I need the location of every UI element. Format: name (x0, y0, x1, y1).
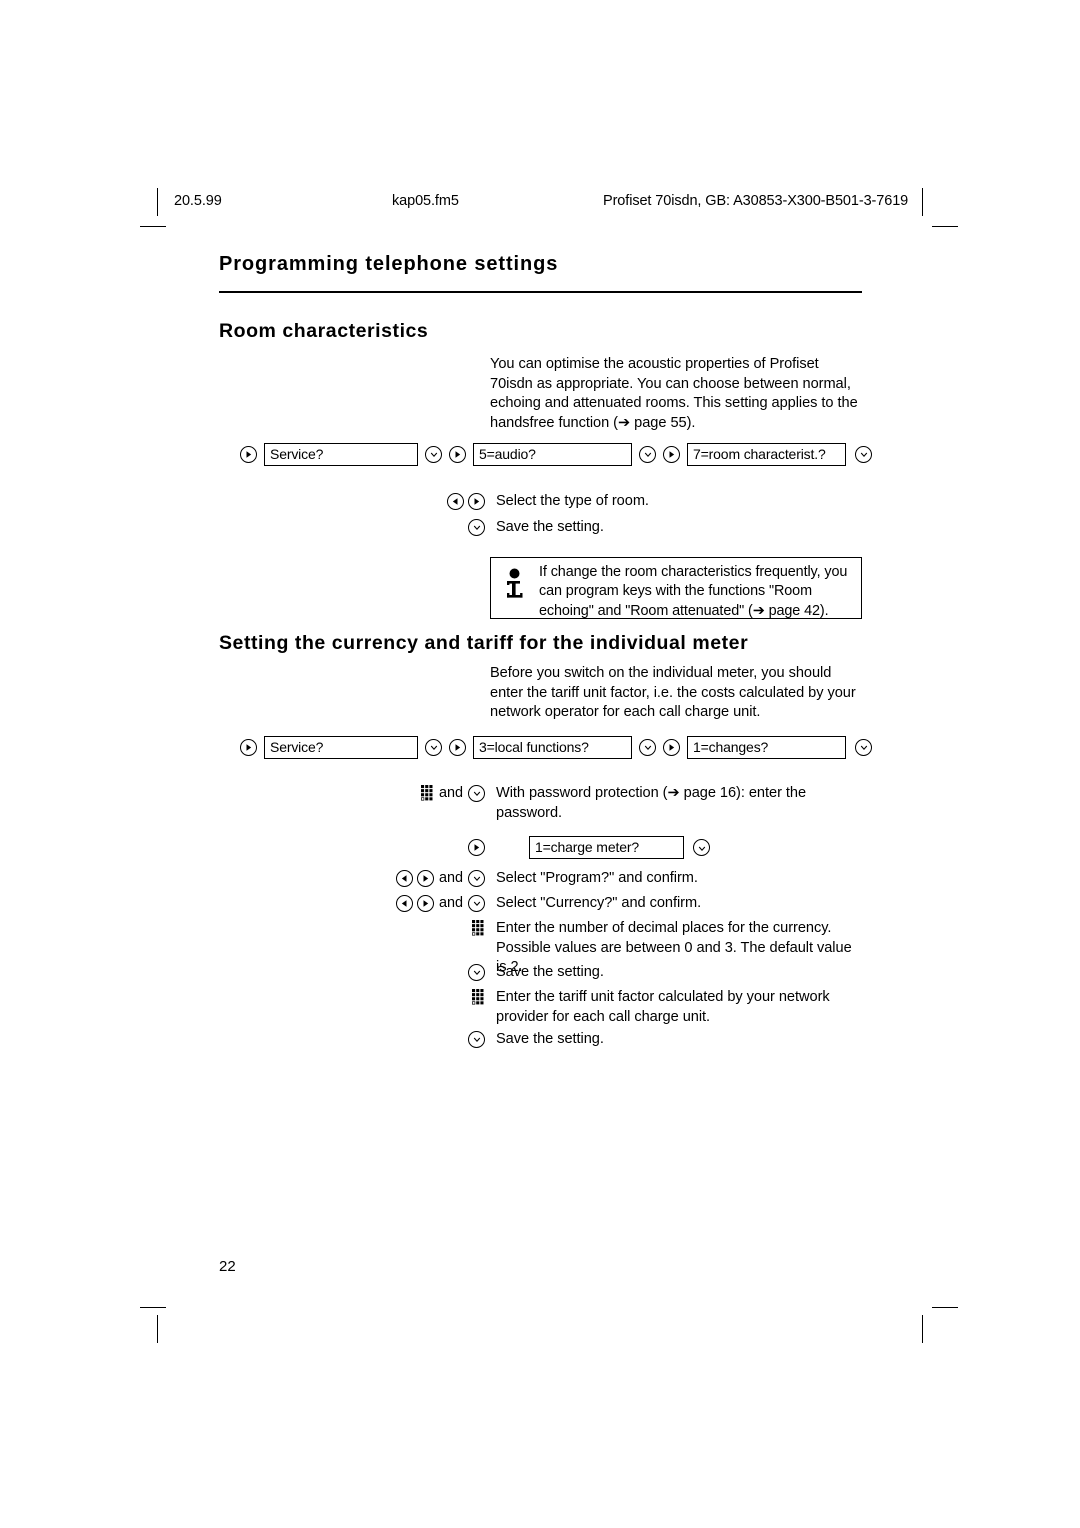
confirm-icon[interactable] (855, 445, 872, 463)
display-box: Service? (264, 442, 418, 466)
instruction-icons (240, 491, 488, 511)
confirm-icon[interactable] (468, 1030, 485, 1048)
right-arrow-icon[interactable] (416, 869, 434, 887)
confirm-icon[interactable] (639, 738, 656, 756)
crop-mark-bottom-left-horizontal (140, 1307, 166, 1308)
instruction-text: Select the type of room. (496, 493, 649, 509)
display-box: Service? (264, 735, 418, 759)
instruction-row: and Select "Program?" and confirm. (240, 868, 862, 889)
crop-mark-top-left-vertical (157, 188, 158, 216)
instruction-text: Save the setting. (496, 519, 604, 535)
section-heading-currency-tariff: Setting the currency and tariff for the … (219, 632, 749, 654)
instruction-text: Select "Program?" and confirm. (496, 870, 698, 886)
left-arrow-icon[interactable] (447, 492, 464, 510)
instruction-text: Enter the tariff unit factor calculated … (496, 989, 830, 1025)
keypad-icon[interactable] (420, 785, 434, 801)
confirm-icon[interactable] (855, 738, 872, 756)
instruction-icons (240, 962, 488, 982)
display-box: 1=charge meter? (529, 836, 684, 859)
crop-mark-bottom-right-horizontal (932, 1307, 958, 1308)
crop-mark-top-right-horizontal (932, 226, 958, 227)
header-filename: kap05.fm5 (392, 193, 459, 209)
confirm-icon[interactable] (468, 518, 485, 536)
section-intro-room-characteristics: You can optimise the acoustic properties… (490, 356, 858, 431)
menu-sequence-currency-tariff: Service? 3=local functions? 1=changes? (240, 735, 872, 759)
confirm-icon[interactable] (468, 869, 485, 887)
chapter-title: Programming telephone settings (219, 253, 559, 275)
confirm-icon[interactable] (639, 445, 656, 463)
right-arrow-icon[interactable] (240, 738, 257, 756)
instruction-row: Enter the tariff unit factor calculated … (240, 987, 862, 1027)
crop-mark-bottom-left-vertical (157, 1315, 158, 1343)
confirm-icon[interactable] (468, 784, 485, 802)
left-arrow-icon[interactable] (395, 894, 413, 912)
instruction-box-group: 1=charge meter? (488, 835, 862, 859)
confirm-icon[interactable] (468, 963, 485, 981)
instruction-row: Save the setting. (240, 962, 862, 983)
header-date: 20.5.99 (174, 193, 222, 209)
instruction-row: Save the setting. (240, 517, 862, 538)
right-arrow-icon[interactable] (468, 838, 485, 856)
confirm-icon[interactable] (468, 894, 485, 912)
note-box: If change the room characteristics frequ… (490, 557, 862, 619)
left-arrow-icon[interactable] (395, 869, 413, 887)
header-document-id: Profiset 70isdn, GB: A30853-X300-B501-3-… (603, 193, 909, 209)
conjunction-label: and (438, 785, 463, 801)
note-text: If change the room characteristics frequ… (539, 564, 848, 619)
section-heading-room-characteristics: Room characteristics (219, 320, 429, 342)
confirm-icon[interactable] (425, 738, 442, 756)
instruction-icons (240, 987, 488, 1007)
conjunction-label: and (438, 895, 463, 911)
right-arrow-icon[interactable] (663, 445, 680, 463)
right-arrow-icon[interactable] (449, 445, 466, 463)
instruction-row: and With password protection (➔ page 16)… (240, 783, 862, 823)
keypad-icon[interactable] (472, 920, 485, 936)
instruction-row: 1=charge meter? (240, 835, 862, 859)
chapter-title-rule (219, 291, 862, 293)
right-arrow-icon[interactable] (449, 738, 466, 756)
display-box: 1=changes? (687, 735, 846, 759)
instruction-icons: and (240, 893, 488, 913)
instruction-row: Select the type of room. (240, 491, 862, 512)
instruction-icons: and (240, 868, 488, 888)
page-number: 22 (219, 1258, 236, 1275)
confirm-icon[interactable] (425, 445, 442, 463)
menu-sequence-room-characteristics: Service? 5=audio? 7=room characterist.? (240, 442, 872, 466)
instruction-icons: and (240, 783, 488, 803)
instruction-icons (240, 1029, 488, 1049)
instruction-text: Save the setting. (496, 1031, 604, 1047)
confirm-icon[interactable] (693, 839, 710, 856)
instruction-row: Save the setting. (240, 1029, 862, 1050)
instruction-icons (240, 835, 488, 859)
running-header: 20.5.99 kap05.fm5 Profiset 70isdn, GB: A… (160, 193, 920, 215)
instruction-icons (240, 517, 488, 537)
instruction-text: With password protection (➔ page 16): en… (496, 785, 807, 821)
right-arrow-icon[interactable] (240, 445, 257, 463)
crop-mark-top-right-vertical (922, 188, 923, 216)
instruction-row: and Select "Currency?" and confirm. (240, 893, 862, 914)
right-arrow-icon[interactable] (663, 738, 680, 756)
crop-mark-top-left-horizontal (140, 226, 166, 227)
display-box: 5=audio? (473, 442, 632, 466)
right-arrow-icon[interactable] (468, 492, 485, 510)
right-arrow-icon[interactable] (416, 894, 434, 912)
manual-page: 20.5.99 kap05.fm5 Profiset 70isdn, GB: A… (0, 0, 1080, 1528)
instruction-icons (240, 918, 488, 938)
display-box: 3=local functions? (473, 735, 632, 759)
info-icon (491, 558, 539, 602)
crop-mark-bottom-right-vertical (922, 1315, 923, 1343)
conjunction-label: and (438, 870, 463, 886)
keypad-icon[interactable] (472, 989, 485, 1005)
section-intro-currency-tariff: Before you switch on the individual mete… (490, 665, 856, 721)
instruction-text: Select "Currency?" and confirm. (496, 895, 702, 911)
instruction-text: Save the setting. (496, 964, 604, 980)
display-box: 7=room characterist.? (687, 442, 846, 466)
